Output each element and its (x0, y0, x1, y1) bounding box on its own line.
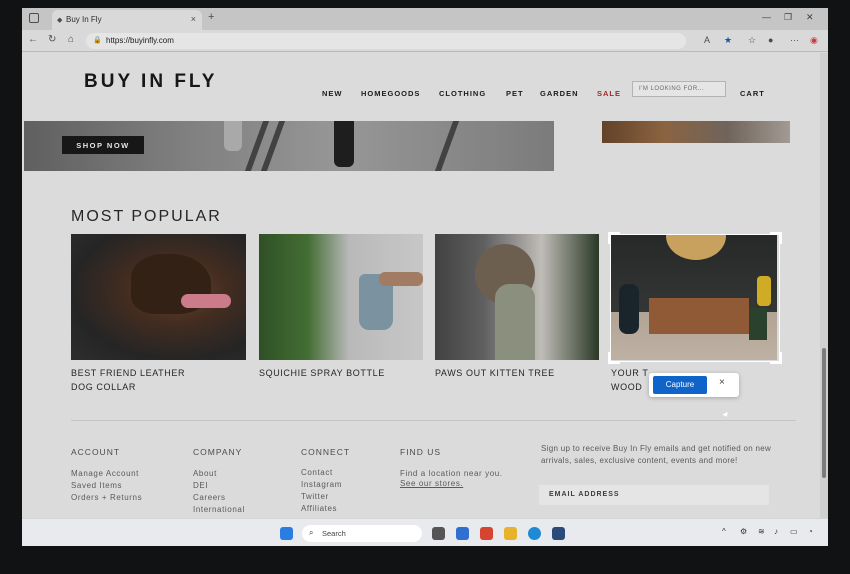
store-icon[interactable] (480, 527, 493, 540)
selection-handle[interactable] (770, 232, 782, 244)
snipping-tool-icon[interactable] (552, 527, 565, 540)
selection-handle[interactable] (770, 352, 782, 364)
screen: ◆ Buy In Fly × + — ❐ ✕ ← ↻ ⌂ 🔒 https://b… (22, 8, 828, 546)
taskbar-search[interactable]: ⌕ Search (302, 525, 422, 542)
taskbar-search-label: Search (322, 529, 346, 538)
wifi-icon[interactable]: ≋ (758, 527, 765, 536)
task-view-icon[interactable] (432, 527, 445, 540)
start-icon[interactable] (280, 527, 293, 540)
edge-browser-icon[interactable] (528, 527, 541, 540)
close-snip-icon[interactable]: × (719, 377, 725, 388)
file-explorer-icon[interactable] (504, 527, 517, 540)
windows-taskbar: ⌕ Search ^ ⚙ ≋ ♪ ▭ ◔ (22, 518, 828, 546)
volume-icon[interactable]: ♪ (774, 527, 778, 536)
snip-selection-box[interactable] (608, 232, 782, 364)
tray-app-icon[interactable]: ⚙ (740, 527, 747, 536)
device-frame: ◆ Buy In Fly × + — ❐ ✕ ← ↻ ⌂ 🔒 https://b… (0, 0, 850, 574)
search-icon: ⌕ (309, 528, 314, 537)
selection-handle[interactable] (608, 232, 620, 244)
tray-chevron-icon[interactable]: ^ (722, 527, 726, 536)
selection-handle[interactable] (608, 352, 620, 364)
notifications-icon[interactable]: ◔ (808, 527, 813, 536)
capture-button[interactable]: Capture (653, 376, 707, 394)
snip-toolbar: Capture × (649, 373, 739, 397)
battery-icon[interactable]: ▭ (790, 527, 798, 536)
widgets-icon[interactable] (456, 527, 469, 540)
